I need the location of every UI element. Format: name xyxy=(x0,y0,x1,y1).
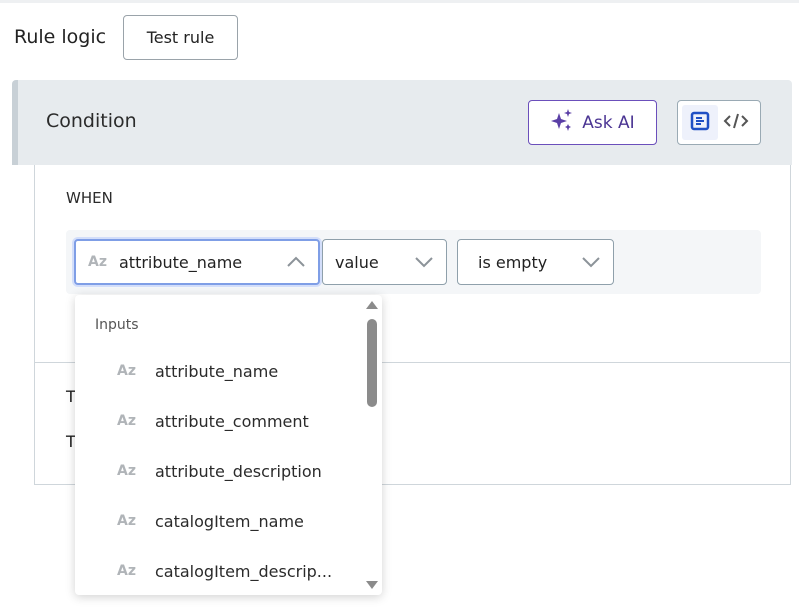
condition-title: Condition xyxy=(46,110,137,132)
field-select[interactable]: Az attribute_name xyxy=(74,239,320,285)
field-dropdown-menu: Inputs Az attribute_name Az attribute_comm… xyxy=(75,295,382,595)
dropdown-option[interactable]: Az attribute_name xyxy=(117,356,278,386)
ask-ai-label: Ask AI xyxy=(582,112,635,133)
page-title: Rule logic xyxy=(14,26,107,48)
option-label: attribute_comment xyxy=(155,411,309,431)
view-toggle xyxy=(677,100,761,145)
chevron-up-icon xyxy=(286,253,306,272)
option-label: attribute_name xyxy=(155,361,279,381)
dropdown-option[interactable]: Az catalogItem_descrip... xyxy=(117,556,332,586)
ask-ai-button[interactable]: Ask AI xyxy=(528,100,657,145)
document-icon xyxy=(690,111,710,135)
text-type-icon: Az xyxy=(117,463,136,479)
when-label: WHEN xyxy=(66,189,113,207)
text-type-icon: Az xyxy=(117,363,136,379)
text-type-icon: Az xyxy=(117,513,136,529)
option-label: attribute_description xyxy=(155,461,322,481)
dropdown-option[interactable]: Az catalogItem_name xyxy=(117,506,304,536)
option-label: catalogItem_descrip... xyxy=(155,561,333,581)
chevron-down-icon xyxy=(414,253,434,272)
condition-header: Condition xyxy=(12,80,792,165)
text-type-icon: Az xyxy=(88,254,107,270)
operator-select-value: is empty xyxy=(478,252,548,272)
sparkle-icon xyxy=(550,108,574,137)
dropdown-scrollbar[interactable] xyxy=(362,295,382,595)
visual-view-button[interactable] xyxy=(682,105,718,140)
top-strip xyxy=(0,0,799,3)
dropdown-option[interactable]: Az attribute_description xyxy=(117,456,322,486)
option-label: catalogItem_name xyxy=(155,511,304,531)
group-label-inputs: Inputs xyxy=(95,317,139,333)
scroll-up-arrow-icon[interactable] xyxy=(366,301,378,309)
property-select-value: value xyxy=(335,252,379,272)
operator-select[interactable]: is empty xyxy=(457,239,614,285)
chevron-down-icon xyxy=(581,253,601,272)
scroll-down-arrow-icon[interactable] xyxy=(366,581,378,589)
dropdown-option[interactable]: Az attribute_comment xyxy=(117,406,309,436)
code-view-button[interactable] xyxy=(718,105,754,140)
field-select-value: attribute_name xyxy=(118,252,243,272)
test-rule-button[interactable]: Test rule xyxy=(123,15,238,60)
property-select[interactable]: value xyxy=(322,239,447,285)
text-type-icon: Az xyxy=(117,413,136,429)
scrollbar-thumb[interactable] xyxy=(367,319,377,407)
text-type-icon: Az xyxy=(117,563,136,579)
code-icon xyxy=(723,111,749,135)
